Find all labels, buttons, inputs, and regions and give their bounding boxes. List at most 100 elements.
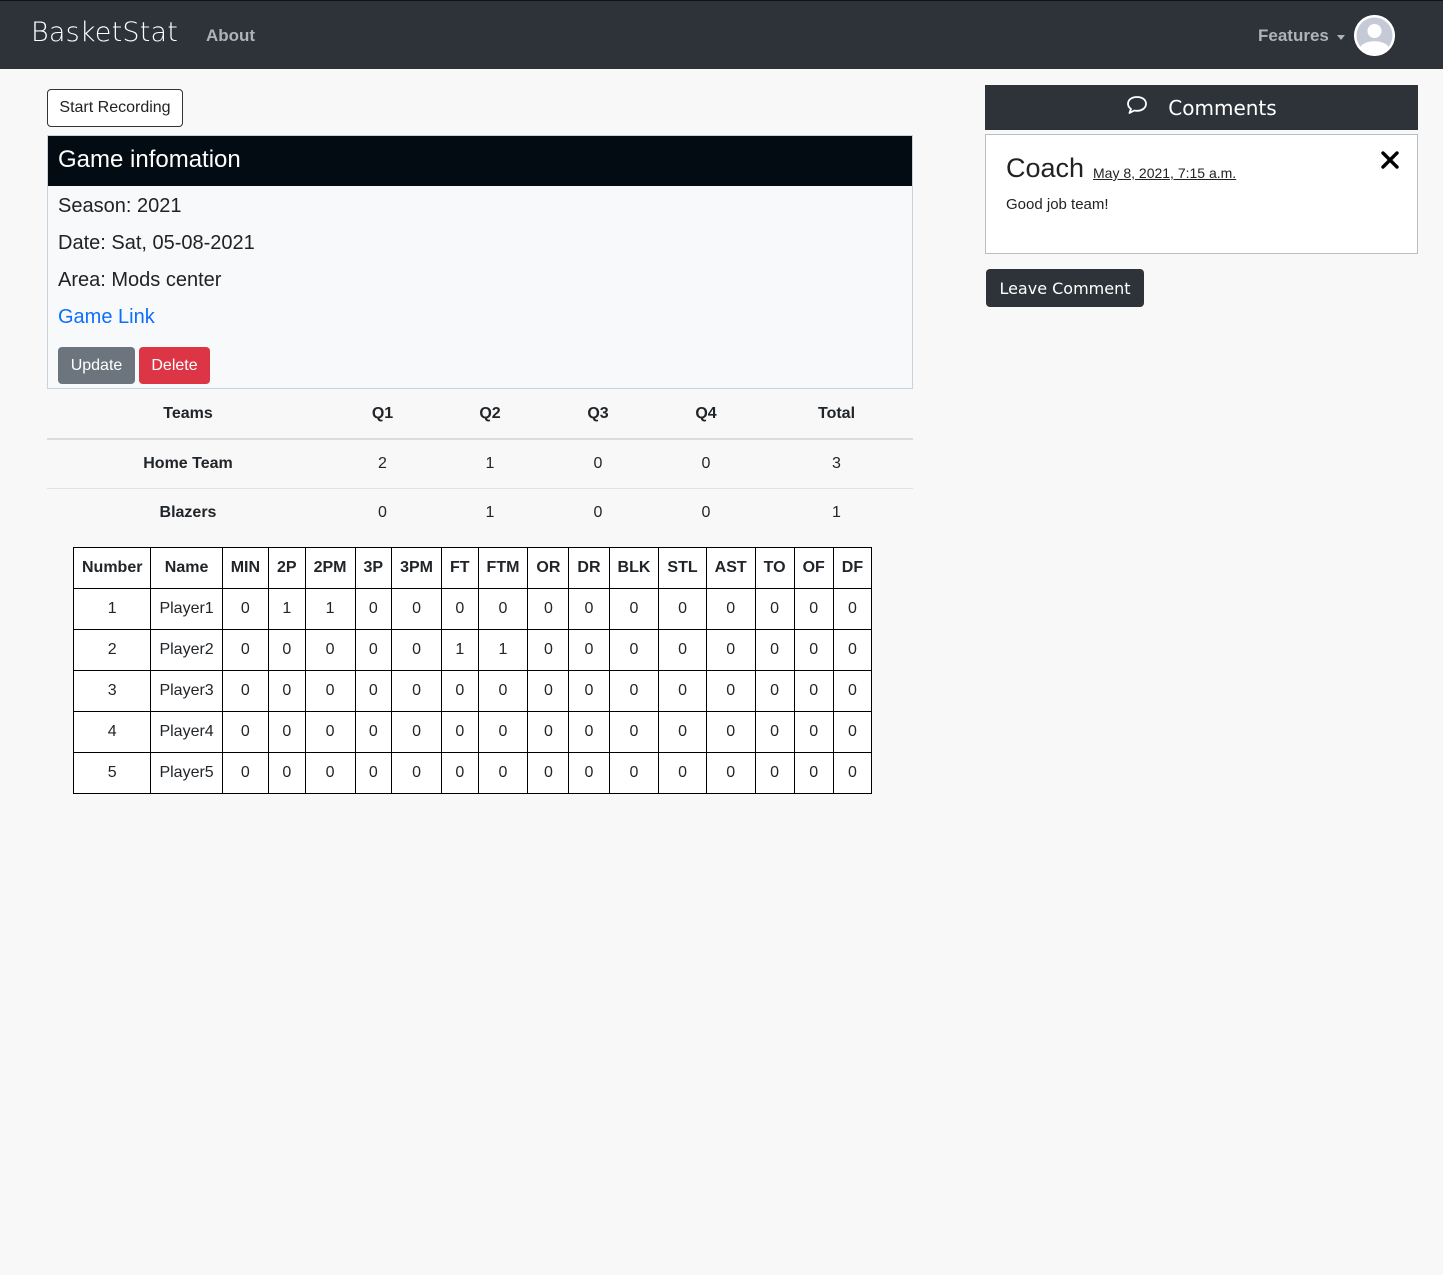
stat-cell: 0 xyxy=(832,711,873,753)
stats-header-dr: DR xyxy=(568,547,610,589)
score-header-q4: Q4 xyxy=(652,389,760,440)
stat-cell: 0 xyxy=(304,711,356,753)
player-row: 5 Player5 0 0 0 0 0 0 0 0 0 0 0 0 0 0 0 xyxy=(72,752,873,794)
close-icon[interactable] xyxy=(1379,149,1401,171)
stat-cell: 0 xyxy=(793,752,834,794)
team-name: Blazers xyxy=(159,503,217,521)
score-cell: 0 xyxy=(378,503,387,521)
stat-cell: 0 xyxy=(705,588,756,630)
date-text: Date: Sat, 05-08-2021 xyxy=(58,232,255,254)
stat-cell: 0 xyxy=(832,629,873,671)
nav-features-label: Features xyxy=(1258,26,1329,45)
player-row: 2 Player2 0 0 0 0 0 1 1 0 0 0 0 0 0 0 0 xyxy=(72,629,873,671)
user-avatar-icon[interactable] xyxy=(1354,15,1395,56)
stat-cell: 1 xyxy=(477,629,529,671)
score-row-home-team: Home Team 2 1 0 0 3 xyxy=(47,439,913,489)
stat-cell: 0 xyxy=(391,711,442,753)
stat-cell: 0 xyxy=(608,629,660,671)
stat-cell: 0 xyxy=(568,711,610,753)
comment-author: Coach xyxy=(1006,153,1085,183)
stats-header-2p: 2P xyxy=(268,547,306,589)
comment-item: Coach May 8, 2021, 7:15 a.m. Good job te… xyxy=(985,134,1418,254)
stat-cell: 0 xyxy=(754,588,795,630)
comment-date[interactable]: May 8, 2021, 7:15 a.m. xyxy=(1093,165,1236,181)
stat-cell: 0 xyxy=(527,752,570,794)
brand-logo[interactable]: BasketStat xyxy=(31,17,178,48)
team-name: Home Team xyxy=(47,439,329,489)
player-row: 3 Player3 0 0 0 0 0 0 0 0 0 0 0 0 0 0 0 xyxy=(72,670,873,712)
stat-cell: 0 xyxy=(527,670,570,712)
comment-bubble-icon xyxy=(1126,95,1148,120)
score-header-q1: Q1 xyxy=(329,389,436,440)
stat-cell: 0 xyxy=(441,752,479,794)
score-header-q3: Q3 xyxy=(544,389,652,440)
score-header-total: Total xyxy=(760,389,913,440)
stats-header-blk: BLK xyxy=(608,547,660,589)
chevron-down-icon xyxy=(1336,34,1345,40)
stat-cell: 0 xyxy=(705,670,756,712)
stat-cell: 0 xyxy=(832,670,873,712)
stat-cell: 0 xyxy=(391,588,442,630)
stat-cell: 0 xyxy=(354,711,393,753)
stat-cell: 0 xyxy=(754,752,795,794)
stat-cell: 0 xyxy=(705,752,756,794)
stat-cell: 0 xyxy=(354,670,393,712)
stats-header-ast: AST xyxy=(705,547,756,589)
stat-cell: 0 xyxy=(527,629,570,671)
game-info-card: Game infomation Season: 2021 Date: Sat, … xyxy=(47,135,913,389)
leave-comment-button[interactable]: Leave Comment xyxy=(986,269,1144,307)
score-cell: 0 xyxy=(544,439,652,489)
player-name: Player2 xyxy=(150,629,223,671)
stat-cell: 0 xyxy=(568,588,610,630)
player-name: Player3 xyxy=(150,670,223,712)
stat-cell: 0 xyxy=(477,588,529,630)
score-cell: 1 xyxy=(436,439,544,489)
stat-cell: 0 xyxy=(832,752,873,794)
stat-cell: 0 xyxy=(527,711,570,753)
stat-cell: 0 xyxy=(391,670,442,712)
player-name: Player5 xyxy=(150,752,223,794)
comments-header: Comments xyxy=(985,85,1418,130)
stats-header-or: OR xyxy=(527,547,570,589)
stats-header-of: OF xyxy=(793,547,834,589)
stats-header-number: Number xyxy=(72,547,152,589)
stat-cell: 1 xyxy=(304,588,356,630)
game-link[interactable]: Game Link xyxy=(58,306,155,329)
stat-cell: 0 xyxy=(304,629,356,671)
score-cell: 0 xyxy=(593,503,603,521)
stat-cell: 0 xyxy=(793,670,834,712)
stat-cell: 0 xyxy=(658,711,707,753)
stat-cell: 0 xyxy=(268,711,306,753)
update-button[interactable]: Update xyxy=(58,347,135,384)
stat-cell: 0 xyxy=(268,670,306,712)
stat-cell: 0 xyxy=(391,752,442,794)
score-header-q2: Q2 xyxy=(436,389,544,440)
stat-cell: 0 xyxy=(354,588,393,630)
season-text: Season: 2021 xyxy=(58,195,182,217)
stat-cell: 0 xyxy=(221,629,270,671)
score-cell: 0 xyxy=(652,439,760,489)
stat-cell: 0 xyxy=(793,588,834,630)
score-header-teams: Teams xyxy=(47,389,329,440)
stats-header-min: MIN xyxy=(221,547,270,589)
nav-about-link[interactable]: About xyxy=(206,26,255,46)
stat-cell: 0 xyxy=(527,588,570,630)
stat-cell: 0 xyxy=(477,670,529,712)
delete-button[interactable]: Delete xyxy=(139,347,210,384)
player-stats-table: Number Name MIN 2P 2PM 3P 3PM FT FTM OR DR BLK STL AS… xyxy=(72,547,873,794)
stat-cell: 0 xyxy=(221,752,270,794)
stat-cell: 0 xyxy=(608,670,660,712)
player-number: 3 xyxy=(72,670,152,712)
stats-header-ftm: FTM xyxy=(477,547,529,589)
stat-cell: 0 xyxy=(754,711,795,753)
nav-features-dropdown[interactable]: Features xyxy=(1258,26,1345,46)
stat-cell: 0 xyxy=(832,588,873,630)
stat-cell: 0 xyxy=(658,670,707,712)
score-cell: 1 xyxy=(485,503,495,521)
stat-cell: 0 xyxy=(221,670,270,712)
score-total: 1 xyxy=(832,503,841,521)
start-recording-button[interactable]: Start Recording xyxy=(47,89,183,127)
stats-header-to: TO xyxy=(754,547,795,589)
score-row-blazers: Blazers 0 1 0 0 1 xyxy=(47,488,913,537)
stat-cell: 0 xyxy=(793,711,834,753)
